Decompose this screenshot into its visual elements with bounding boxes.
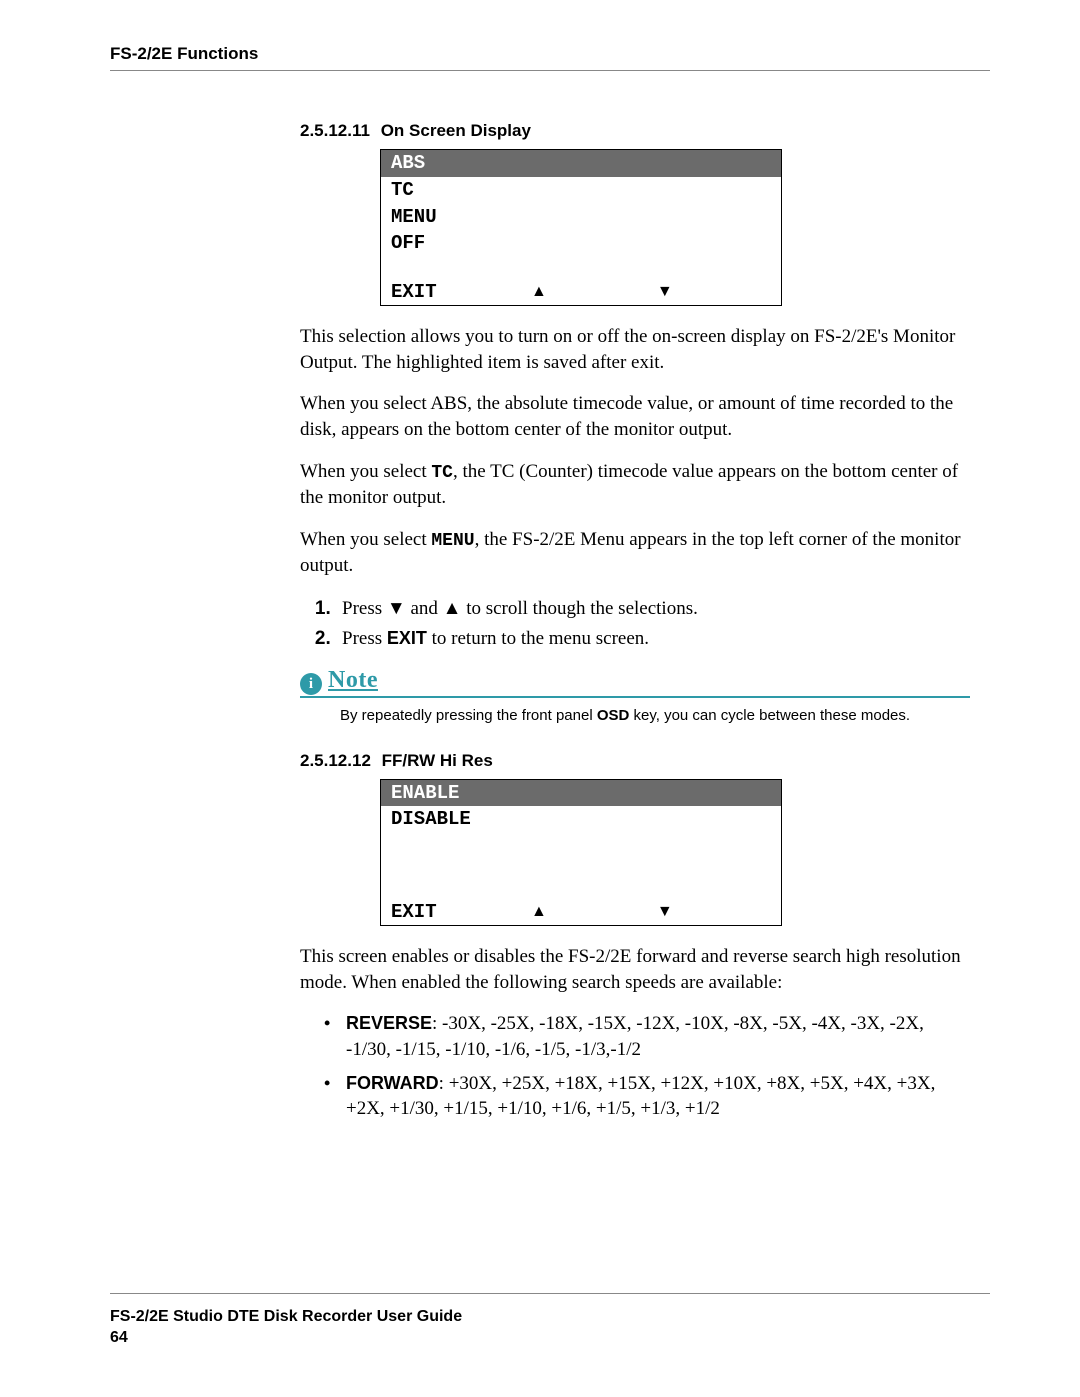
footer-rule: [110, 1293, 990, 1294]
sans-bold-run: EXIT: [387, 628, 427, 648]
step-item: Press ▼ and ▲ to scroll though the selec…: [336, 594, 970, 623]
info-icon: i: [300, 673, 322, 695]
section-heading-ffrw: 2.5.12.12 FF/RW Hi Res: [300, 751, 970, 771]
bullet-list: REVERSE: -30X, -25X, -18X, -15X, -12X, -…: [300, 1011, 970, 1122]
text-run: When you select: [300, 461, 431, 482]
note-block: i Note By repeatedly pressing the front …: [300, 667, 970, 726]
section-number: 2.5.12.11: [300, 121, 370, 140]
lcd-spacer: [381, 877, 781, 899]
lcd-arrows: ▲ ▼: [531, 903, 673, 921]
text-run: to return to the menu screen.: [427, 628, 649, 649]
mono-bold-run: MENU: [431, 531, 474, 551]
note-body: By repeatedly pressing the front panel O…: [340, 706, 970, 726]
note-header: i Note: [300, 667, 970, 698]
text-run: When you select: [300, 529, 431, 550]
content-column: 2.5.12.11 On Screen Display ABS TC MENU …: [300, 121, 970, 1122]
body-paragraph: When you select MENU, the FS-2/2E Menu a…: [300, 527, 970, 579]
text-run: By repeatedly pressing the front panel: [340, 707, 597, 724]
bullet-item-reverse: REVERSE: -30X, -25X, -18X, -15X, -12X, -…: [346, 1011, 970, 1062]
triangle-up-icon: ▲: [531, 283, 547, 301]
lcd-spacer: [381, 257, 781, 279]
text-run: : -30X, -25X, -18X, -15X, -12X, -10X, -8…: [346, 1013, 924, 1060]
triangle-down-icon: ▼: [657, 283, 673, 301]
bullet-item-forward: FORWARD: +30X, +25X, +18X, +15X, +12X, +…: [346, 1071, 970, 1122]
sans-bold-run: REVERSE: [346, 1013, 432, 1033]
lcd-display-ffrw: ENABLE DISABLE EXIT ▲ ▼: [380, 779, 970, 927]
page-footer: FS-2/2E Studio DTE Disk Recorder User Gu…: [110, 1293, 990, 1349]
lcd-bottom-row: EXIT ▲ ▼: [381, 279, 781, 305]
triangle-up-icon: ▲: [443, 598, 462, 619]
lcd-row-enable: ENABLE: [381, 780, 781, 807]
lcd-screen: ABS TC MENU OFF EXIT ▲ ▼: [380, 149, 782, 306]
text-run: to scroll though the selections.: [461, 598, 697, 619]
ordered-steps: Press ▼ and ▲ to scroll though the selec…: [300, 594, 970, 653]
body-paragraph: This selection allows you to turn on or …: [300, 324, 970, 375]
sans-bold-run: FORWARD: [346, 1073, 439, 1093]
lcd-bottom-row: EXIT ▲ ▼: [381, 899, 781, 925]
running-head: FS-2/2E Functions: [110, 44, 990, 64]
triangle-up-icon: ▲: [531, 903, 547, 921]
footer-page-number: 64: [110, 1327, 990, 1349]
lcd-row-off: OFF: [381, 230, 781, 257]
mono-bold-run: TC: [431, 463, 453, 483]
section-number: 2.5.12.12: [300, 751, 371, 770]
lcd-screen: ENABLE DISABLE EXIT ▲ ▼: [380, 779, 782, 927]
lcd-row-disable: DISABLE: [381, 806, 781, 833]
page-container: FS-2/2E Functions 2.5.12.11 On Screen Di…: [0, 0, 1080, 1397]
section-heading-osd: 2.5.12.11 On Screen Display: [300, 121, 970, 141]
sans-bold-run: OSD: [597, 707, 630, 724]
step-item: Press EXIT to return to the menu screen.: [336, 624, 970, 653]
section-title: FF/RW Hi Res: [382, 751, 493, 770]
lcd-row-menu: MENU: [381, 204, 781, 231]
lcd-spacer: [381, 833, 781, 855]
triangle-down-icon: ▼: [657, 903, 673, 921]
note-label: Note: [328, 667, 378, 694]
text-run: Press: [342, 628, 387, 649]
triangle-down-icon: ▼: [387, 598, 406, 619]
lcd-arrows: ▲ ▼: [531, 283, 673, 301]
lcd-row-tc: TC: [381, 177, 781, 204]
body-paragraph: When you select ABS, the absolute timeco…: [300, 391, 970, 442]
lcd-display-osd: ABS TC MENU OFF EXIT ▲ ▼: [380, 149, 970, 306]
text-run: key, you can cycle between these modes.: [629, 707, 910, 724]
body-paragraph: When you select TC, the TC (Counter) tim…: [300, 459, 970, 511]
body-paragraph: This screen enables or disables the FS-2…: [300, 944, 970, 995]
lcd-exit-label: EXIT: [391, 901, 531, 923]
lcd-row-abs: ABS: [381, 150, 781, 177]
header-rule: [110, 70, 990, 71]
lcd-spacer: [381, 855, 781, 877]
lcd-exit-label: EXIT: [391, 281, 531, 303]
text-run: and: [406, 598, 443, 619]
section-title: On Screen Display: [381, 121, 531, 140]
text-run: Press: [342, 598, 387, 619]
footer-guide-title: FS-2/2E Studio DTE Disk Recorder User Gu…: [110, 1306, 990, 1328]
